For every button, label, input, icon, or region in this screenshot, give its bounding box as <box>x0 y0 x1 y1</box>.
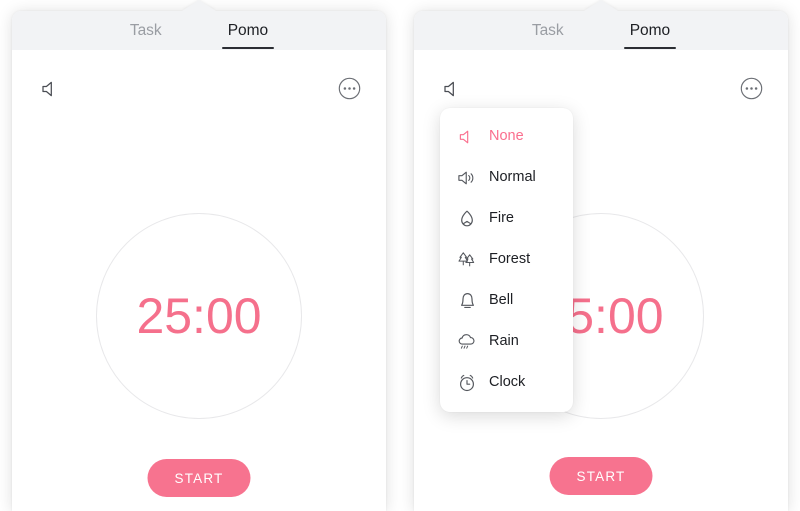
menu-item-label: Clock <box>489 374 526 391</box>
more-options-button[interactable] <box>738 75 764 101</box>
rain-cloud-icon <box>457 332 477 352</box>
tab-pomo-label: Pomo <box>629 21 671 39</box>
alarm-clock-icon <box>457 373 477 393</box>
start-button-right[interactable]: START <box>549 457 653 495</box>
more-horizontal-circle-icon <box>338 77 361 100</box>
menu-item-fire[interactable]: Fire <box>440 198 573 239</box>
pomo-body-left: 25:00 START <box>12 50 386 511</box>
pomo-body-right: 25:00 None Normal Fire Forest Bell Rain … <box>414 50 788 511</box>
menu-item-bell[interactable]: Bell <box>440 280 573 321</box>
speaker-mute-icon <box>442 79 464 99</box>
menu-item-label: Rain <box>489 333 519 350</box>
menu-item-label: Forest <box>489 251 531 268</box>
speaker-wave-icon <box>457 168 477 188</box>
popup-notch-left <box>182 0 216 11</box>
pomodoro-popup-right: Task Pomo 25:00 None Normal Fire Forest … <box>414 0 788 511</box>
start-button-left[interactable]: START <box>147 459 251 497</box>
pine-trees-icon <box>457 250 477 270</box>
tab-pomo-label: Pomo <box>227 21 269 39</box>
menu-item-label: Bell <box>489 292 514 309</box>
tab-bar-right: Task Pomo <box>414 11 788 50</box>
sound-dropdown-menu: None Normal Fire Forest Bell Rain Clock <box>440 108 573 412</box>
popup-notch-right <box>584 0 618 11</box>
menu-item-clock[interactable]: Clock <box>440 362 573 403</box>
bell-icon <box>457 291 477 311</box>
menu-item-forest[interactable]: Forest <box>440 239 573 280</box>
menu-item-normal[interactable]: Normal <box>440 157 573 198</box>
menu-item-label: Normal <box>489 169 536 186</box>
timer-value-left: 25:00 <box>136 288 262 344</box>
pomodoro-popup-left: Task Pomo 25:00 START <box>12 0 386 511</box>
tab-task-label: Task <box>129 21 162 39</box>
speaker-mute-icon <box>40 79 62 99</box>
menu-item-label: Fire <box>489 210 514 227</box>
speaker-mute-icon <box>457 127 477 147</box>
menu-item-label: None <box>489 128 524 145</box>
tab-pomo[interactable]: Pomo <box>623 11 677 50</box>
tab-task[interactable]: Task <box>529 11 567 50</box>
sound-select-button[interactable] <box>38 76 64 102</box>
tab-active-underline <box>221 47 275 49</box>
menu-item-rain[interactable]: Rain <box>440 321 573 362</box>
tab-task-label: Task <box>531 21 564 39</box>
more-horizontal-circle-icon <box>740 77 763 100</box>
menu-item-none[interactable]: None <box>440 116 573 157</box>
tab-active-underline <box>623 47 677 49</box>
flame-icon <box>457 209 477 229</box>
sound-select-button[interactable] <box>440 76 466 102</box>
screenshot-stage: Task Pomo 25:00 START Task Pomo 25:00 No… <box>0 0 800 511</box>
tab-task[interactable]: Task <box>127 11 165 50</box>
timer-dial-left: 25:00 <box>96 213 302 419</box>
tab-bar-left: Task Pomo <box>12 11 386 50</box>
tab-pomo[interactable]: Pomo <box>221 11 275 50</box>
more-options-button[interactable] <box>336 75 362 101</box>
